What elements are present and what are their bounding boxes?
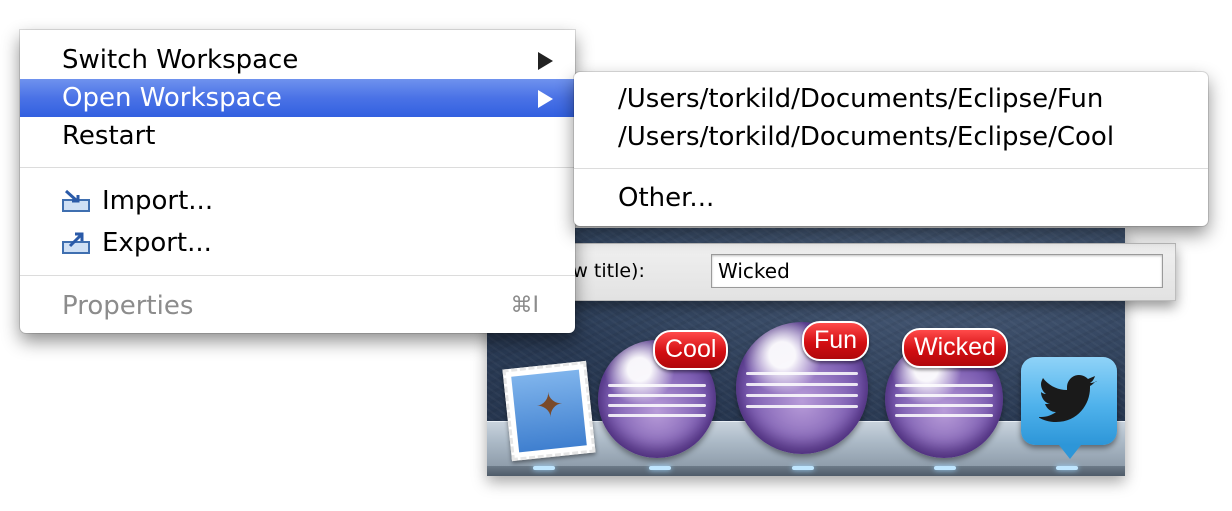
submenu-item-workspace-fun[interactable]: /Users/torkild/Documents/Eclipse/Fun <box>574 80 1208 118</box>
dock-running-indicator <box>1056 466 1078 470</box>
submenu-arrow-icon <box>538 52 553 70</box>
open-workspace-submenu: /Users/torkild/Documents/Eclipse/Fun /Us… <box>574 72 1208 226</box>
hawk-icon: ✦ <box>533 384 566 428</box>
workspace-badge-fun: Fun <box>802 321 870 361</box>
submenu-item-other[interactable]: Other... <box>574 179 1208 217</box>
workspace-name-input[interactable] <box>711 254 1163 288</box>
import-icon <box>62 189 90 212</box>
workspace-badge-cool: Cool <box>653 330 729 370</box>
menu-item-open-workspace[interactable]: Open Workspace <box>20 79 575 117</box>
menu-item-export[interactable]: Export... <box>20 224 575 262</box>
menu-separator <box>20 275 575 276</box>
workspace-badge-wicked: Wicked <box>902 328 1008 368</box>
menu-item-label: Properties <box>62 291 194 321</box>
mail-stamp: ✦ <box>502 360 596 462</box>
menu-item-label: Import... <box>102 186 214 216</box>
menu-item-switch-workspace[interactable]: Switch Workspace <box>20 41 575 79</box>
dock-running-indicator <box>934 466 956 470</box>
menu-item-label: Switch Workspace <box>62 45 299 75</box>
dock-running-indicator <box>792 466 814 470</box>
menu-item-properties[interactable]: Properties ⌘I <box>20 287 575 325</box>
twitter-icon[interactable] <box>1021 357 1117 459</box>
dock-running-indicator <box>533 466 555 470</box>
menu-separator <box>20 167 575 168</box>
menu-item-label: Export... <box>102 228 212 258</box>
menu-item-import[interactable]: Import... <box>20 182 575 220</box>
submenu-item-workspace-cool[interactable]: /Users/torkild/Documents/Eclipse/Cool <box>574 118 1208 156</box>
submenu-arrow-icon <box>538 90 553 108</box>
submenu-separator <box>574 168 1208 169</box>
menu-item-restart[interactable]: Restart <box>20 117 575 155</box>
menu-item-label: Open Workspace <box>62 83 282 113</box>
twitter-bird-icon <box>1039 375 1097 422</box>
workspace-menu: Switch Workspace Open Workspace Restart … <box>20 30 575 333</box>
mail-icon[interactable]: ✦ <box>499 360 596 462</box>
menu-shortcut: ⌘I <box>510 293 540 318</box>
export-icon <box>62 232 90 254</box>
menu-item-label: Restart <box>62 121 156 151</box>
dock-running-indicator <box>649 466 671 470</box>
